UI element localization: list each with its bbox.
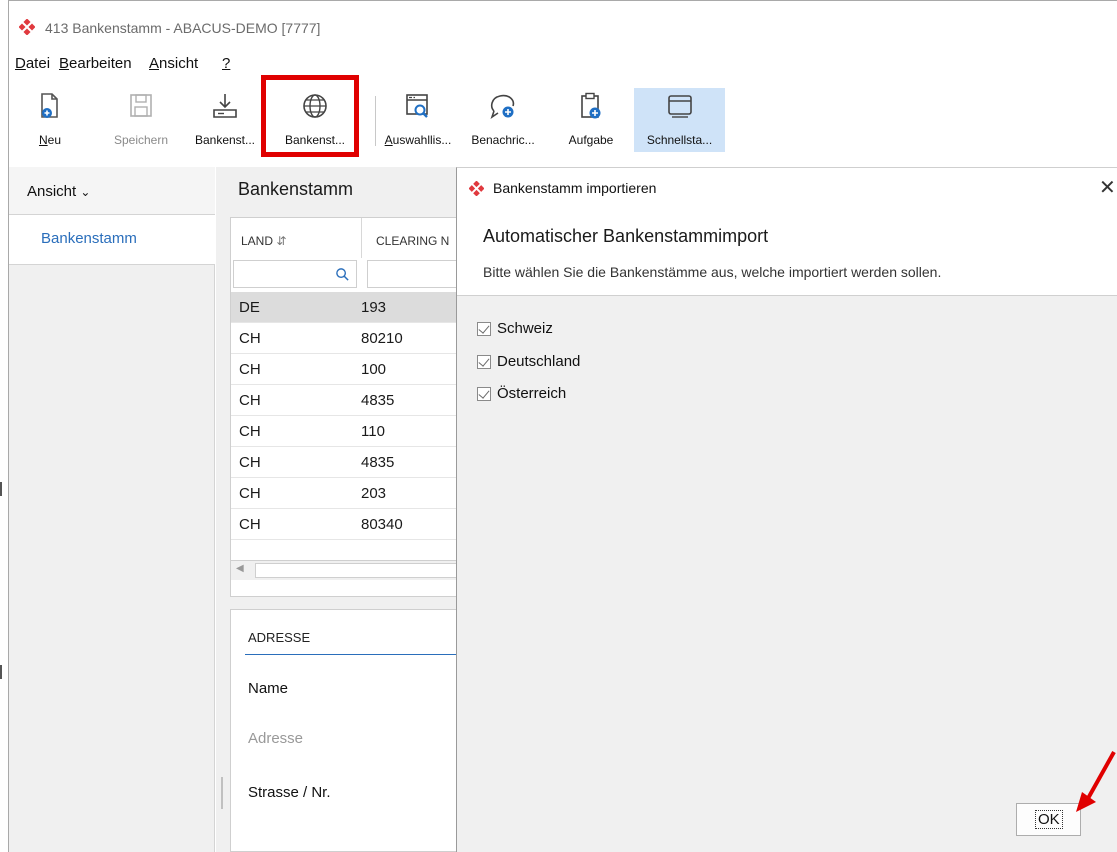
name-label: Name bbox=[248, 680, 289, 697]
edge-mark bbox=[0, 665, 2, 679]
highlight-box bbox=[261, 75, 359, 157]
bank-download-label: Bankenst... bbox=[194, 133, 256, 147]
table-row[interactable]: CH 100 bbox=[231, 354, 457, 385]
notification-button[interactable]: Benachric... bbox=[463, 88, 543, 152]
column-header-land[interactable]: LAND ⇵ bbox=[241, 218, 286, 258]
dialog-heading: Automatischer Bankenstammimport bbox=[483, 226, 769, 246]
save-label: Speichern bbox=[113, 133, 169, 147]
save-button[interactable]: Speichern bbox=[106, 88, 176, 152]
sidebar-item-label: Bankenstamm bbox=[41, 230, 137, 247]
abacus-logo-icon bbox=[19, 19, 35, 35]
arrow-pointer-icon bbox=[1076, 751, 1116, 812]
sidebar-view-dropdown[interactable]: Ansicht ⌄ bbox=[9, 167, 215, 215]
page-title: Bankenstamm bbox=[238, 179, 354, 199]
menu-help[interactable]: ? bbox=[222, 55, 230, 72]
menu-ansicht[interactable]: Ansicht bbox=[149, 55, 198, 72]
download-tray-icon bbox=[213, 94, 237, 118]
window-search-icon bbox=[406, 94, 428, 118]
task-button[interactable]: Aufgabe bbox=[561, 88, 621, 152]
main-panel: Bankenstamm LAND ⇵ CLEARING N DE 193 CH 80… bbox=[216, 167, 457, 852]
new-button[interactable]: Neu bbox=[31, 88, 69, 152]
land-filter-input[interactable] bbox=[233, 260, 357, 288]
menu-datei[interactable]: Datei bbox=[15, 55, 50, 72]
scrollbar-thumb[interactable] bbox=[255, 563, 457, 578]
section-adresse[interactable]: ADRESSE bbox=[248, 630, 310, 645]
section-underline bbox=[245, 654, 457, 655]
sidebar-view-label: Ansicht ⌄ bbox=[27, 183, 91, 200]
sort-icon: ⇵ bbox=[276, 234, 287, 248]
scroll-left-icon[interactable]: ◀ bbox=[236, 563, 244, 574]
bank-table: LAND ⇵ CLEARING N DE 193 CH 80210 CH 100 CH… bbox=[230, 217, 457, 597]
notification-label: Benachric... bbox=[471, 133, 535, 147]
save-disk-icon bbox=[130, 94, 152, 117]
checkbox-label: Deutschland bbox=[497, 353, 581, 370]
new-document-icon bbox=[41, 93, 58, 118]
dialog-title-bar: Bankenstamm importieren ✕ bbox=[457, 168, 1117, 206]
chat-add-icon bbox=[490, 94, 515, 119]
column-header-clearing[interactable]: CLEARING N bbox=[376, 218, 449, 258]
import-dialog: Bankenstamm importieren ✕ Automatischer … bbox=[456, 167, 1117, 852]
selection-list-label: Auswahllis... bbox=[384, 133, 452, 147]
checkbox-label: Schweiz bbox=[497, 320, 553, 337]
menu-bearbeiten[interactable]: Bearbeiten bbox=[59, 55, 132, 72]
toolbar-separator bbox=[375, 96, 376, 146]
edge-mark bbox=[0, 482, 2, 496]
column-separator[interactable] bbox=[361, 218, 362, 258]
horizontal-scrollbar[interactable]: ◀ bbox=[231, 560, 457, 580]
checkbox-label: Österreich bbox=[497, 385, 567, 402]
dialog-title: Bankenstamm importieren bbox=[493, 180, 657, 196]
sidebar: Ansicht ⌄ Bankenstamm bbox=[9, 167, 215, 852]
window-title: 413 Bankenstamm - ABACUS-DEMO [7777] bbox=[45, 20, 321, 36]
detail-panel: ADRESSE Name Adresse Strasse / Nr. bbox=[230, 609, 457, 852]
splitter-handle[interactable] bbox=[221, 777, 223, 809]
new-label: Neu bbox=[38, 133, 62, 147]
clipboard-add-icon bbox=[581, 92, 601, 119]
selection-list-button[interactable]: Auswahllis... bbox=[380, 88, 456, 152]
task-label: Aufgabe bbox=[568, 133, 614, 147]
dialog-header: Automatischer Bankenstammimport Bitte wä… bbox=[457, 206, 1117, 296]
sidebar-item-bankenstamm[interactable]: Bankenstamm bbox=[9, 215, 215, 265]
search-icon bbox=[336, 268, 349, 281]
dialog-subtitle: Bitte wählen Sie die Bankenstämme aus, w… bbox=[483, 264, 942, 280]
address-label: Adresse bbox=[248, 730, 304, 747]
checkbox-check-icon[interactable] bbox=[477, 355, 491, 369]
table-row[interactable]: DE 193 bbox=[231, 292, 457, 323]
window-icon bbox=[667, 95, 692, 118]
checkbox-check-icon[interactable] bbox=[477, 322, 491, 336]
table-row[interactable]: CH 203 bbox=[231, 478, 457, 509]
abacus-logo-icon bbox=[469, 181, 484, 196]
table-row[interactable]: CH 80340 bbox=[231, 509, 457, 540]
table-row[interactable]: CH 4835 bbox=[231, 447, 457, 478]
close-icon[interactable]: ✕ bbox=[1099, 175, 1116, 200]
clearing-filter-input[interactable] bbox=[367, 260, 457, 288]
table-row[interactable]: CH 4835 bbox=[231, 385, 457, 416]
bank-download-button[interactable]: Bankenst... bbox=[187, 88, 263, 152]
checkbox-check-icon[interactable] bbox=[477, 387, 491, 401]
quickstart-button[interactable]: Schnellsta... bbox=[634, 88, 725, 152]
table-row[interactable]: CH 80210 bbox=[231, 323, 457, 354]
title-bar: 413 Bankenstamm - ABACUS-DEMO [7777] bbox=[9, 1, 1117, 45]
toolbar: Neu Speichern Bankenst... Bankenst... Au… bbox=[9, 86, 1117, 156]
street-label: Strasse / Nr. bbox=[248, 784, 331, 801]
table-row[interactable]: CH 110 bbox=[231, 416, 457, 447]
quickstart-label: Schnellsta... bbox=[646, 133, 713, 147]
